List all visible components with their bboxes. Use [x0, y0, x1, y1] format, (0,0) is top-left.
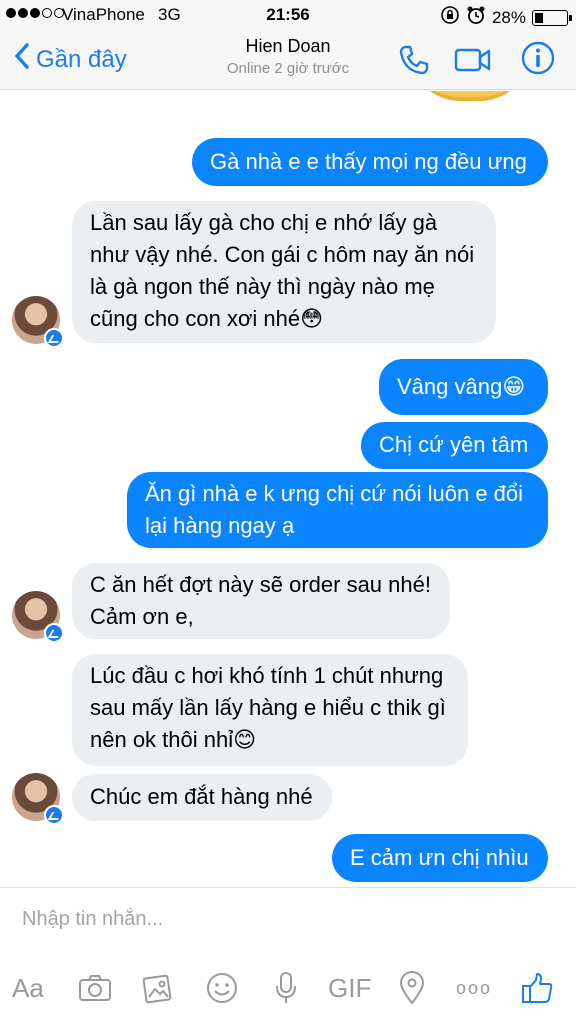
camera-icon[interactable]: [78, 970, 112, 1006]
composer-toolbar: Aa GIF ooo: [0, 964, 576, 1014]
contact-avatar[interactable]: [12, 773, 64, 825]
message-outgoing[interactable]: Ăn gì nhà e k ưng chị cứ nói luôn e đổi …: [127, 472, 548, 548]
message-outgoing[interactable]: Vâng vâng😁: [379, 359, 548, 415]
message-incoming[interactable]: C ăn hết đợt này sẽ order sau nhé! Cảm ơ…: [72, 563, 450, 639]
message-outgoing[interactable]: E cảm ưn chị nhìu: [332, 834, 548, 882]
thumbs-up-icon[interactable]: [520, 970, 554, 1006]
message-incoming[interactable]: Chúc em đắt hàng nhé: [72, 774, 332, 821]
emoji-icon[interactable]: [205, 970, 239, 1006]
photo-gallery-icon[interactable]: [142, 970, 176, 1006]
messenger-badge-icon: [44, 805, 64, 825]
sticker-image: [410, 91, 530, 101]
alarm-icon: [466, 5, 486, 30]
message-incoming[interactable]: Lần sau lấy gà cho chị e nhớ lấy gà như …: [72, 201, 496, 343]
messenger-badge-icon: [44, 623, 64, 643]
microphone-icon[interactable]: [272, 970, 300, 1006]
contact-avatar[interactable]: [12, 591, 64, 643]
video-call-icon[interactable]: [454, 44, 492, 81]
contact-avatar[interactable]: [12, 296, 64, 348]
messenger-badge-icon: [44, 328, 64, 348]
battery-icon: [532, 9, 572, 26]
conversation-header: Gần đây Hien Doan Online 2 giờ trước: [0, 30, 576, 90]
message-incoming[interactable]: Lúc đầu c hơi khó tính 1 chút nhưng sau …: [72, 654, 468, 766]
location-pin-icon[interactable]: [398, 970, 426, 1006]
more-options-button[interactable]: ooo: [456, 970, 492, 1006]
message-input[interactable]: [22, 908, 542, 931]
phone-call-icon[interactable]: [396, 42, 432, 83]
gif-button[interactable]: GIF: [328, 970, 371, 1006]
orientation-lock-icon: [440, 5, 460, 30]
message-outgoing[interactable]: Chị cứ yên tâm: [361, 422, 548, 469]
message-list[interactable]: Gà nhà e e thấy mọi ng đều ưng Lần sau l…: [0, 91, 576, 887]
info-icon[interactable]: [520, 40, 556, 81]
battery-percent: 28%: [491, 7, 526, 27]
message-outgoing[interactable]: Gà nhà e e thấy mọi ng đều ưng: [192, 138, 548, 186]
message-composer: Aa GIF ooo: [0, 887, 576, 1024]
text-style-button[interactable]: Aa: [12, 970, 44, 1006]
status-bar: VinaPhone 3G 21:56 28%: [0, 0, 576, 30]
